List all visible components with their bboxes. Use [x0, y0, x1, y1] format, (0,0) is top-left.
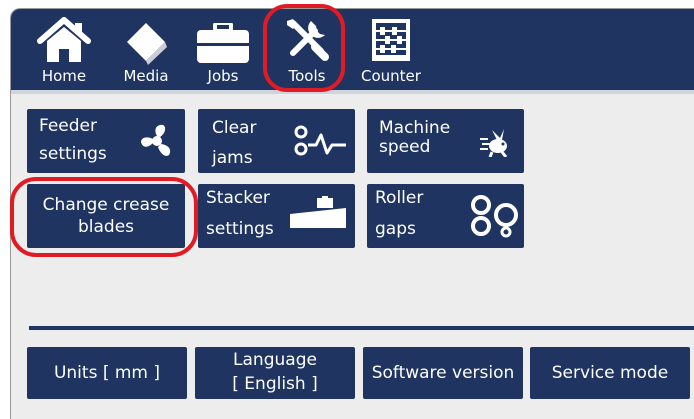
feeder-settings-button[interactable]: Feeder settings — [27, 109, 185, 173]
nav-home-label: Home — [41, 67, 87, 85]
rabbit-icon — [480, 129, 510, 163]
nav-counter-label: Counter — [361, 67, 421, 85]
software-version-label: Software version — [371, 363, 515, 383]
nav-counter[interactable]: Counter — [353, 9, 429, 90]
tile-label-line2: settings — [206, 219, 274, 239]
jam-icon — [294, 125, 348, 163]
tile-label-line1: Clear — [212, 118, 257, 138]
language-button[interactable]: Language [ English ] — [195, 347, 355, 399]
media-icon — [121, 21, 171, 69]
nav-media[interactable]: Media — [113, 9, 179, 90]
tile-label-line2: blades — [77, 217, 135, 237]
tile-label-line2: gaps — [375, 219, 416, 239]
tile-label-line1: Change crease — [42, 195, 170, 215]
main-panel: Home Media Jobs Tools Counter Feeder set… — [10, 8, 694, 419]
tile-label-line1: Roller — [375, 188, 424, 208]
home-icon — [37, 17, 91, 67]
clear-jams-button[interactable]: Clear jams — [198, 109, 355, 173]
tools-icon — [285, 17, 329, 65]
stacker-icon — [290, 196, 350, 236]
tile-label-line2: jams — [212, 148, 253, 168]
stacker-settings-button[interactable]: Stacker settings — [198, 184, 355, 248]
service-mode-label: Service mode — [551, 363, 669, 383]
tile-label-line2: settings — [39, 144, 107, 164]
fan-icon — [139, 123, 175, 165]
units-label: Units [ mm ] — [53, 363, 161, 383]
nav-home[interactable]: Home — [31, 9, 97, 90]
nav-jobs-label: Jobs — [207, 67, 239, 85]
units-button[interactable]: Units [ mm ] — [27, 347, 187, 399]
language-label-line1: Language — [233, 350, 317, 370]
abacus-icon — [372, 19, 410, 65]
nav-tools[interactable]: Tools — [271, 9, 343, 90]
change-crease-blades-button[interactable]: Change crease blades — [27, 184, 185, 248]
top-navbar: Home Media Jobs Tools Counter — [11, 9, 694, 94]
roller-gaps-button[interactable]: Roller gaps — [367, 184, 524, 248]
machine-speed-button[interactable]: Machine speed — [367, 109, 524, 173]
tile-label-line1: Feeder — [39, 116, 98, 136]
service-mode-button[interactable]: Service mode — [530, 347, 690, 399]
tile-label-line1: Stacker — [206, 188, 270, 208]
rollers-icon — [471, 194, 519, 244]
language-label-line2: [ English ] — [232, 374, 318, 394]
nav-jobs[interactable]: Jobs — [191, 9, 255, 90]
briefcase-icon — [196, 21, 250, 67]
tile-label-line2: speed — [379, 137, 431, 157]
section-divider — [29, 326, 694, 330]
nav-tools-label: Tools — [288, 67, 326, 85]
software-version-button[interactable]: Software version — [363, 347, 523, 399]
nav-media-label: Media — [123, 67, 169, 85]
